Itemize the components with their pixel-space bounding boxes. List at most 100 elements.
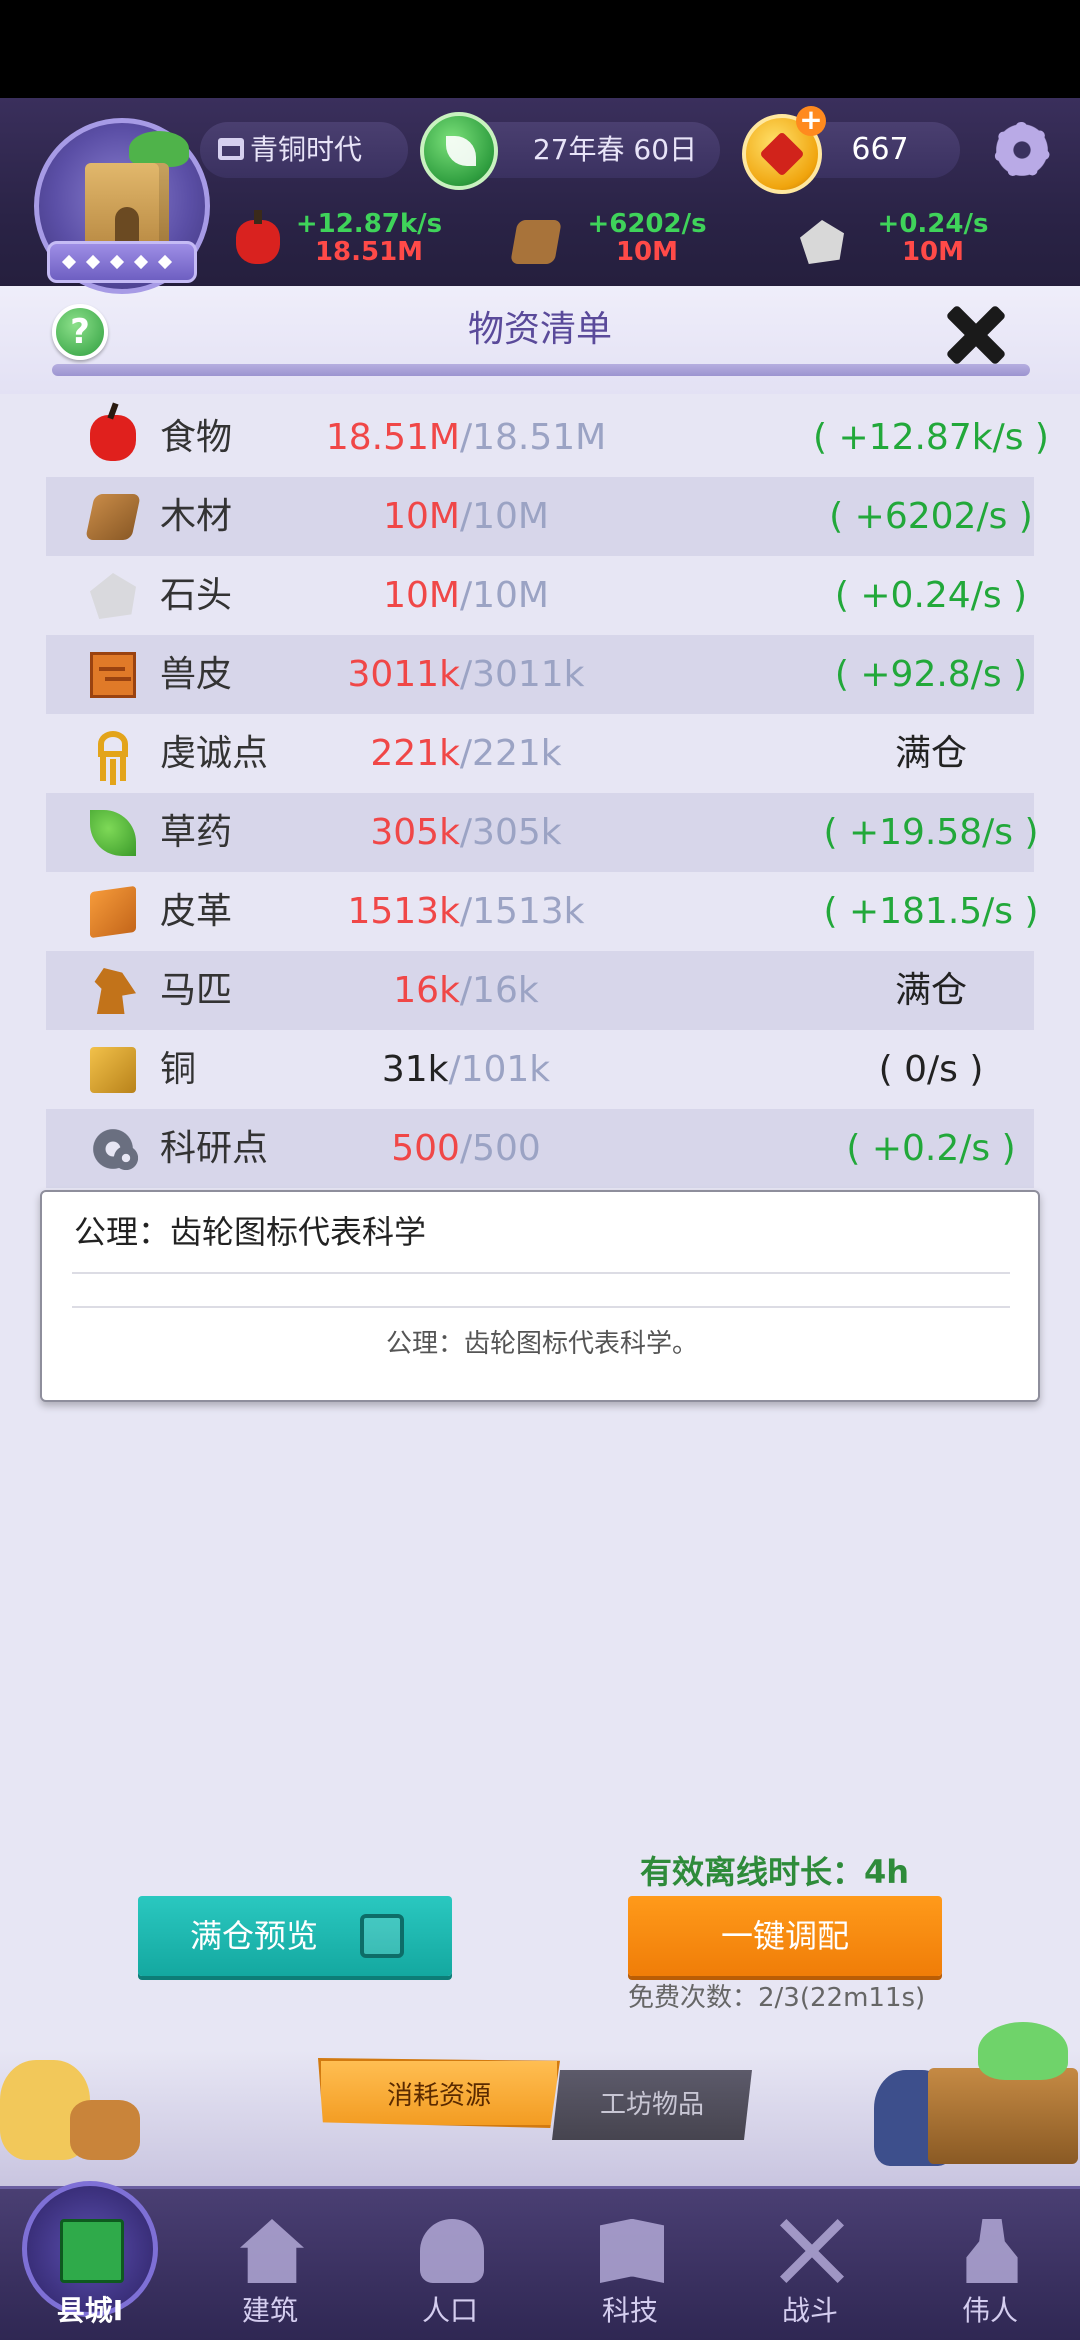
nav-battle[interactable]: 战斗 <box>720 2189 900 2340</box>
resource-current: 1513k <box>347 891 460 932</box>
treasure-decor <box>0 2040 150 2170</box>
tab-workshop-items[interactable]: 工坊物品 <box>552 2070 752 2140</box>
house-icon <box>240 2219 304 2283</box>
person-icon <box>420 2219 484 2283</box>
coin-count: 667 <box>851 132 909 167</box>
crate-icon <box>928 2068 1078 2164</box>
close-icon[interactable] <box>944 302 1008 366</box>
resource-row-food[interactable]: 食物 18.51M/18.51M ( +12.87k/s ) <box>46 398 1049 477</box>
resource-max: /1513k <box>459 891 585 932</box>
settings-gear-icon[interactable] <box>990 118 1054 182</box>
bed-icon <box>218 138 244 160</box>
resource-max: /500 <box>459 1128 541 1169</box>
era-pill[interactable]: 青铜时代 <box>200 122 408 178</box>
resource-row-horse[interactable]: 马匹 16k/16k 满仓 <box>46 951 1034 1030</box>
full-preview-checkbox[interactable] <box>360 1914 404 1958</box>
help-icon[interactable]: ? <box>52 304 108 360</box>
top-resource-bar: 青铜时代 27年春 60日 667 +12.87k/s 18.51M +6202… <box>0 98 1080 298</box>
resource-row-herb[interactable]: 草药 305k/305k ( +19.58/s ) <box>46 793 1039 872</box>
resource-row-copper[interactable]: 铜 31k/101k ( 0/s ) <box>46 1030 1034 1109</box>
nav-county[interactable]: 县城I <box>0 2181 180 2340</box>
frog-icon <box>978 2022 1068 2080</box>
level-ribbon <box>47 241 197 283</box>
castle-icon <box>60 2219 124 2283</box>
resource-row-research[interactable]: 科研点 500/500 ( +0.2/s ) <box>46 1109 1034 1188</box>
resource-max: /10M <box>459 496 549 537</box>
resource-current: 18.51M <box>325 417 460 458</box>
resource-name: 兽皮 <box>160 654 233 695</box>
resource-row-stone[interactable]: 石头 10M/10M ( +0.24/s ) <box>46 556 1034 635</box>
resource-rate: ( 0/s ) <box>878 1049 984 1090</box>
resource-rate: ( +181.5/s ) <box>823 891 1039 932</box>
resource-rate: 满仓 <box>894 970 967 1011</box>
nav-label: 科技 <box>601 2294 658 2327</box>
resource-row-hide[interactable]: 兽皮 3011k/3011k ( +92.8/s ) <box>46 635 1034 714</box>
resource-max: /10M <box>459 575 549 616</box>
resource-name: 铜 <box>160 1049 197 1090</box>
resource-current: 221k <box>370 733 460 774</box>
wood-icon <box>510 220 562 264</box>
resource-max: /101k <box>448 1049 551 1090</box>
gears-icon <box>90 1126 140 1172</box>
status-bar <box>0 0 1080 98</box>
panel-title: 物资清单 <box>467 309 612 350</box>
resource-current: 3011k <box>347 654 460 695</box>
tab-consumables[interactable]: 消耗资源 <box>318 2058 560 2128</box>
nav-label: 县城I <box>56 2294 124 2327</box>
copper-icon <box>90 1047 136 1093</box>
nav-label: 伟人 <box>961 2294 1018 2327</box>
full-preview-toggle[interactable]: 满仓预览 <box>138 1896 452 1976</box>
tooltip-description: 公理：齿轮图标代表科学。 <box>385 1329 698 1359</box>
resource-rate: ( +19.58/s ) <box>823 812 1039 853</box>
palm-tree-icon <box>129 131 189 167</box>
stone-rate-value: +0.24/s <box>877 209 989 239</box>
nav-technology[interactable]: 科技 <box>540 2189 720 2340</box>
resource-current: 31k <box>381 1049 449 1090</box>
nav-population[interactable]: 人口 <box>360 2189 540 2340</box>
resource-rate: ( +0.24/s ) <box>834 575 1028 616</box>
stone-icon <box>90 573 136 619</box>
allocate-button[interactable]: 一键调配 <box>628 1896 942 1976</box>
food-amount: 18.51M <box>314 237 424 267</box>
apple-icon <box>90 415 136 461</box>
season-leaf-icon[interactable] <box>420 112 498 190</box>
resource-rate: ( +6202/s ) <box>829 496 1033 537</box>
crate-decor <box>860 2018 1080 2168</box>
resource-row-piety[interactable]: 虔诚点 221k/221k 满仓 <box>46 714 1034 793</box>
era-label: 青铜时代 <box>250 133 363 166</box>
stone-amount: 10M <box>901 237 965 267</box>
resource-max: /3011k <box>459 654 585 695</box>
ankh-icon <box>98 731 128 785</box>
nav-buildings[interactable]: 建筑 <box>180 2189 360 2340</box>
nav-label: 建筑 <box>241 2294 298 2327</box>
resource-rate: ( +0.2/s ) <box>846 1128 1016 1169</box>
offline-duration: 有效离线时长：4h <box>640 1853 910 1891</box>
nav-label: 战斗 <box>781 2294 838 2327</box>
wood-amount: 10M <box>615 237 679 267</box>
wood-icon <box>85 494 141 540</box>
resource-row-wood[interactable]: 木材 10M/10M ( +6202/s ) <box>46 477 1034 556</box>
apple-icon <box>236 210 280 264</box>
resource-current: 10M <box>383 575 460 616</box>
tooltip-divider <box>72 1306 1010 1308</box>
food-rate-value: +12.87k/s <box>295 209 443 239</box>
tooltip: 公理：齿轮图标代表科学 公理：齿轮图标代表科学。 <box>40 1190 1040 1402</box>
resource-name: 草药 <box>160 812 233 853</box>
resource-rate: ( +12.87k/s ) <box>813 417 1049 458</box>
resource-name: 木材 <box>160 496 233 537</box>
bottom-nav: 县城I 建筑 人口 科技 战斗 伟人 <box>0 2181 1080 2340</box>
resource-table: 食物 18.51M/18.51M ( +12.87k/s ) 木材 10M/10… <box>46 398 1049 1188</box>
resource-current: 305k <box>370 812 460 853</box>
add-coin-button[interactable] <box>742 106 826 194</box>
resource-current: 10M <box>383 496 460 537</box>
resource-name: 食物 <box>160 417 233 458</box>
nav-great-people[interactable]: 伟人 <box>900 2189 1080 2340</box>
date-label: 27年春 60日 <box>532 133 698 166</box>
resource-row-leather[interactable]: 皮革 1513k/1513k ( +181.5/s ) <box>46 872 1039 951</box>
resource-max: /18.51M <box>459 417 607 458</box>
resource-current: 16k <box>393 970 460 1011</box>
free-count: 免费次数：2/3(22m11s) <box>628 1983 926 2013</box>
castle-avatar[interactable] <box>34 118 210 294</box>
full-preview-label: 满仓预览 <box>190 1917 319 1955</box>
resource-name: 科研点 <box>160 1128 269 1169</box>
